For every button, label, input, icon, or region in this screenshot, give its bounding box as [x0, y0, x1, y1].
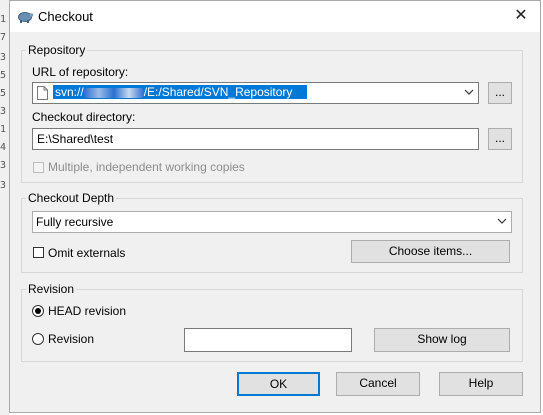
tortoise-icon [18, 12, 34, 23]
head-revision-label: HEAD revision [48, 304, 127, 318]
show-log-button[interactable]: Show log [374, 328, 510, 352]
dir-browse-button[interactable]: ... [488, 128, 512, 150]
url-label: URL of repository: [32, 65, 129, 79]
chevron-down-icon[interactable] [497, 216, 507, 226]
checkout-dir-input[interactable]: E:\Shared\test [32, 128, 479, 150]
dialog-title: Checkout [38, 9, 93, 24]
url-prefix: svn:// [55, 85, 84, 99]
multi-wc-checkbox[interactable] [33, 162, 44, 173]
repository-legend: Repository [28, 43, 86, 57]
checkout-dialog: Checkout ✕ Repository URL of repository:… [9, 0, 541, 413]
background-text: 3 [0, 160, 7, 171]
omit-externals-label: Omit externals [48, 246, 126, 260]
title-bar[interactable]: Checkout ✕ [10, 1, 540, 32]
url-browse-button[interactable]: ... [488, 82, 512, 104]
background-text: 3 [0, 180, 7, 191]
depth-selected-value: Fully recursive [36, 215, 114, 229]
depth-select[interactable]: Fully recursive [32, 211, 512, 233]
radio-selected-dot [35, 308, 41, 314]
background-text: 5 [0, 70, 7, 81]
checkout-dir-value: E:\Shared\test [37, 132, 114, 146]
redacted-host [83, 87, 144, 98]
dir-label: Checkout directory: [32, 110, 136, 124]
background-text: 1 [0, 124, 7, 135]
background-text: 1 [0, 14, 7, 25]
background-text: 4 [0, 142, 7, 153]
ok-button[interactable]: OK [237, 372, 320, 396]
close-button[interactable]: ✕ [510, 5, 532, 27]
multi-wc-label: Multiple, independent working copies [48, 160, 245, 174]
revision-radio[interactable] [32, 333, 44, 345]
depth-legend: Checkout Depth [28, 191, 115, 205]
omit-externals-checkbox[interactable] [33, 247, 44, 258]
cancel-button[interactable]: Cancel [336, 372, 420, 396]
file-icon [37, 86, 48, 100]
background-text: 3 [0, 52, 7, 63]
background-text: 3 [0, 106, 7, 117]
revision-input[interactable] [184, 328, 352, 352]
help-button[interactable]: Help [439, 372, 523, 396]
revision-label: Revision [48, 332, 95, 346]
url-input-selected-text[interactable]: svn:// /E:/Shared/SVN_Repository [53, 85, 307, 99]
chevron-down-icon[interactable] [464, 87, 474, 97]
background-text: 5 [0, 88, 7, 99]
revision-legend: Revision [28, 282, 75, 296]
background-text: 7 [0, 32, 7, 43]
choose-items-button[interactable]: Choose items... [351, 240, 510, 263]
head-revision-radio[interactable] [32, 305, 44, 317]
url-suffix: /E:/Shared/SVN_Repository [143, 85, 293, 99]
close-icon: ✕ [514, 7, 528, 24]
url-combobox[interactable]: svn:// /E:/Shared/SVN_Repository [32, 82, 479, 104]
